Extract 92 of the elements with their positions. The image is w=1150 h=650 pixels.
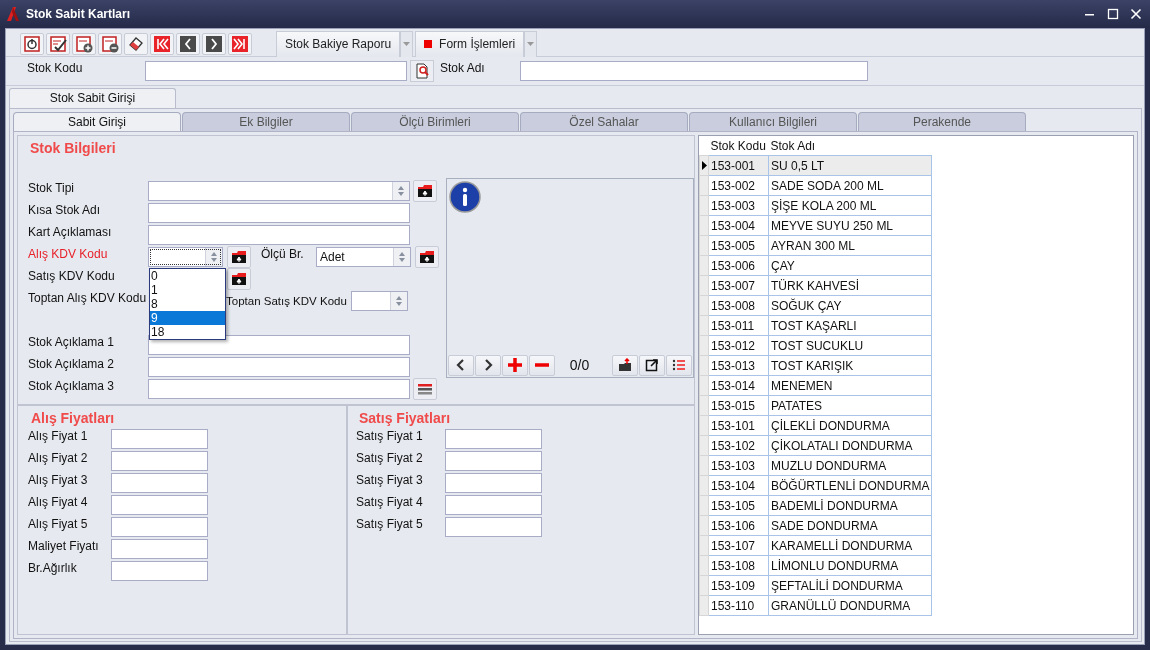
table-cell: 153-012 [708,335,769,356]
table-cell: SADE SODA 200 ML [768,175,932,196]
table-cell: LİMONLU DONDURMA [768,555,932,576]
table-cell: BADEMLİ DONDURMA [768,495,932,516]
dropdown-option[interactable]: 8 [150,297,225,311]
field-label: Stok Açıklama 3 [28,378,116,393]
report-button[interactable]: Stok Bakiye Raporu [276,30,401,57]
field-label: Toptan Satış KDV Kodu [226,295,348,307]
table-cell: 153-106 [708,515,769,536]
table-cell: PATATES [768,395,932,416]
combo-box[interactable]: Adet [316,247,411,267]
field-label: Satış Fiyat 4 [356,494,424,509]
field-label: Alış KDV Kodu [28,246,109,261]
dropdown-option[interactable]: 0 [150,269,225,283]
field-label: Stok Adı [440,60,486,75]
tab[interactable]: Stok Sabit Girişi [9,88,176,108]
table-cell: TÜRK KAHVESİ [768,275,932,296]
field-label: Stok Tipi [28,180,76,195]
field-label: Stok Açıklama 1 [28,334,116,349]
dropdown-option[interactable]: 1 [150,283,225,297]
table-cell: 153-109 [708,575,769,596]
field-label: Stok Kodu [27,60,84,75]
tab[interactable]: Kullanıcı Bilgileri [689,112,857,131]
section-title: Satış Fiyatları [358,409,452,428]
table-cell: 153-103 [708,455,769,476]
table-cell: KARAMELLİ DONDURMA [768,535,932,556]
field-label: Alış Fiyat 4 [28,494,89,509]
form-menu-button[interactable]: Form İşlemleri [415,30,525,57]
table-cell: 153-110 [708,595,769,616]
table-cell: 153-005 [708,235,769,256]
field-label: Alış Fiyat 2 [28,450,89,465]
window-title: Stok Sabit Kartları [26,7,131,21]
table-cell: TOST KAŞARLI [768,315,932,336]
table-cell: ÇİLEKLİ DONDURMA [768,415,932,436]
table-cell: 153-107 [708,535,769,556]
table-cell: 153-006 [708,255,769,276]
table-cell: 153-008 [708,295,769,316]
table-cell: SOĞUK ÇAY [768,295,932,316]
table-cell: SADE DONDURMA [768,515,932,536]
field-label: Satış Fiyat 2 [356,450,424,465]
table-cell: BÖĞÜRTLENLİ DONDURMA [768,475,932,496]
table-cell: GRANÜLLÜ DONDURMA [768,595,932,616]
field-label: Satış Fiyat 3 [356,472,424,487]
table-cell: TOST KARIŞIK [768,355,932,376]
tab[interactable]: Perakende [858,112,1026,131]
table-cell: 153-002 [708,175,769,196]
table-cell: SU 0,5 LT [768,155,932,176]
field-label: Alış Fiyat 3 [28,472,89,487]
table-cell: ŞİŞE KOLA 200 ML [768,195,932,216]
field-label: Maliyet Fiyatı [28,538,100,553]
field-label: Satış Fiyat 1 [356,428,424,443]
tab[interactable]: Sabit Girişi [13,112,181,131]
table-cell: 153-011 [708,315,769,336]
table-cell: 153-105 [708,495,769,516]
image-counter: 0/0 [568,357,591,373]
section-title: Alış Fiyatları [30,409,116,428]
section-title: Stok Bilgileri [29,139,117,158]
table-cell: 153-015 [708,395,769,416]
field-label: Satış KDV Kodu [28,268,116,283]
table-cell: 153-003 [708,195,769,216]
table-cell: MUZLU DONDURMA [768,455,932,476]
table-cell: 153-014 [708,375,769,396]
tab[interactable]: Ölçü Birimleri [351,112,519,131]
table-cell: 153-013 [708,355,769,376]
table-cell: 153-104 [708,475,769,496]
field-label: Br.Ağırlık [28,560,78,575]
dropdown-option[interactable]: 9 [150,311,225,325]
tab[interactable]: Ek Bilgiler [182,112,350,131]
field-label: Alış Fiyat 5 [28,516,89,531]
field-label: Satış Fiyat 5 [356,516,424,531]
table-cell: 153-001 [708,155,769,176]
table-cell: 153-101 [708,415,769,436]
table-cell: TOST SUCUKLU [768,335,932,356]
table-cell: ÇAY [768,255,932,276]
table-cell: 153-102 [708,435,769,456]
tab[interactable]: Özel Sahalar [520,112,688,131]
field-label: Alış Fiyat 1 [28,428,89,443]
table-cell: ŞEFTALİLİ DONDURMA [768,575,932,596]
table-cell: AYRAN 300 ML [768,235,932,256]
dropdown-option[interactable]: 18 [150,325,225,339]
table-cell: MENEMEN [768,375,932,396]
table-cell: 153-108 [708,555,769,576]
field-label: Ölçü Br. [261,246,305,261]
field-label: Kısa Stok Adı [28,202,102,217]
field-label: Stok Açıklama 2 [28,356,116,371]
table-cell: 153-004 [708,215,769,236]
table-cell: 153-007 [708,275,769,296]
table-cell: ÇİKOLATALI DONDURMA [768,435,932,456]
combo-value: Adet [319,250,346,264]
field-label: Toptan Alış KDV Kodu [28,290,148,305]
table-cell: MEYVE SUYU 250 ML [768,215,932,236]
field-label: Kart Açıklaması [28,224,113,239]
